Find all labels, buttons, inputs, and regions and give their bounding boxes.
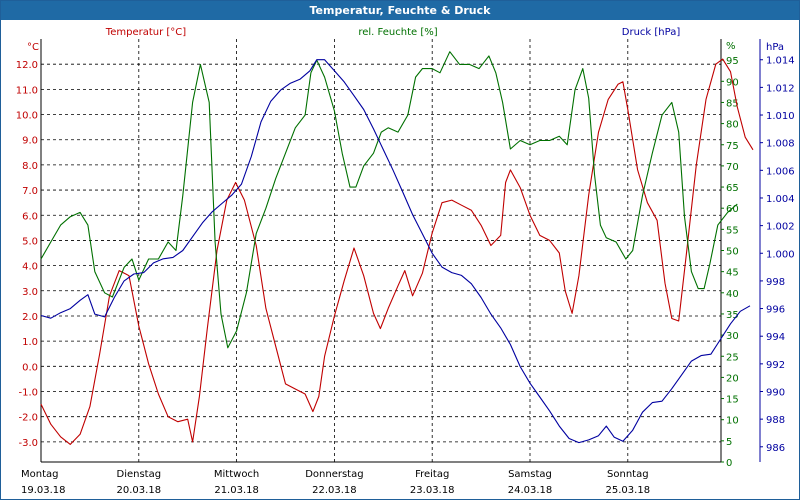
humidity-tick-label: 5	[726, 437, 732, 448]
temperature-tick-label: 6.0	[22, 211, 38, 222]
pressure-tick-label: 996	[766, 305, 785, 316]
temperature-tick-label: -3.0	[18, 438, 38, 449]
day-label: Freitag	[415, 469, 449, 480]
humidity-tick-label: 95	[726, 56, 739, 67]
temperature-series-line	[40, 58, 754, 445]
pressure-axis-title: Druck [hPa]	[622, 27, 681, 38]
day-label: Mittwoch	[214, 469, 259, 480]
humidity-tick-label: 0	[726, 458, 732, 469]
pressure-tick-label: 1.012	[766, 83, 795, 94]
pressure-tick-label: 990	[766, 388, 785, 399]
temperature-tick-label: 5.0	[22, 236, 38, 247]
pressure-tick-label: 994	[766, 332, 785, 343]
pressure-tick-label: 1.014	[766, 56, 795, 67]
date-label: 20.03.18	[117, 485, 162, 496]
pressure-tick-label: 1.008	[766, 139, 795, 150]
temperature-tick-label: 12.0	[16, 60, 38, 71]
date-label: 21.03.18	[214, 485, 259, 496]
chart-canvas: Temperatur [°C] rel. Feuchte [%] Druck […	[16, 27, 795, 496]
humidity-tick-label: 80	[726, 120, 739, 131]
pressure-tick-label: 1.010	[766, 111, 795, 122]
day-label: Montag	[21, 469, 58, 480]
temperature-tick-label: 11.0	[16, 85, 38, 96]
humidity-tick-label: 40	[726, 289, 739, 300]
temperature-unit-label: °C	[27, 42, 39, 53]
day-label: Dienstag	[117, 469, 162, 480]
humidity-tick-label: 60	[726, 204, 739, 215]
day-label: Samstag	[508, 469, 552, 480]
humidity-tick-label: 15	[726, 395, 739, 406]
pressure-tick-label: 1.002	[766, 222, 795, 233]
temperature-tick-label: 1.0	[22, 337, 38, 348]
humidity-tick-label: 70	[726, 162, 739, 173]
temperature-tick-label: -1.0	[18, 388, 38, 399]
pressure-series-line	[40, 59, 751, 444]
date-label: 22.03.18	[312, 485, 357, 496]
humidity-tick-label: 65	[726, 183, 739, 194]
pressure-tick-label: 986	[766, 443, 785, 454]
temperature-tick-label: 10.0	[16, 111, 38, 122]
temperature-tick-label: 9.0	[22, 136, 38, 147]
temperature-tick-label: 2.0	[22, 312, 38, 323]
temperature-tick-label: 8.0	[22, 161, 38, 172]
humidity-series-line	[40, 51, 738, 349]
temperature-tick-label: 4.0	[22, 262, 38, 273]
humidity-tick-labels: 95908580757065605550454035302520151050	[721, 56, 739, 469]
humidity-tick-label: 10	[726, 416, 739, 427]
temperature-tick-label: 7.0	[22, 186, 38, 197]
temperature-tick-label: -2.0	[18, 413, 38, 424]
humidity-tick-label: 30	[726, 331, 739, 342]
temperature-tick-label: 3.0	[22, 287, 38, 298]
date-label: 24.03.18	[508, 485, 553, 496]
humidity-unit-label: %	[726, 41, 736, 52]
pressure-tick-label: 1.000	[766, 249, 795, 260]
pressure-tick-label: 1.004	[766, 194, 795, 205]
pressure-tick-labels: 1.014 1.012 1.010 1.008 1.006 1.004 1.002 1.000…	[760, 56, 795, 454]
chart-window: Temperatur, Feuchte & Druck Temperatur […	[0, 0, 800, 500]
humidity-tick-label: 75	[726, 141, 739, 152]
temperature-axis-title: Temperatur [°C]	[105, 27, 186, 38]
data-series	[40, 51, 754, 445]
pressure-tick-label: 998	[766, 277, 785, 288]
humidity-axis-title: rel. Feuchte [%]	[358, 27, 437, 38]
humidity-tick-label: 25	[726, 352, 739, 363]
pressure-tick-label: 992	[766, 360, 785, 371]
pressure-tick-label: 988	[766, 415, 785, 426]
date-tick-labels: Montag 19.03.18 Dienstag 20.03.18 Mittwoch 21…	[21, 469, 650, 496]
date-label: 23.03.18	[410, 485, 455, 496]
plot-frame	[40, 39, 761, 463]
humidity-tick-label: 20	[726, 373, 739, 384]
humidity-tick-label: 55	[726, 225, 739, 236]
temperature-tick-label: 0.0	[22, 362, 38, 373]
date-label: 25.03.18	[606, 485, 651, 496]
temperature-tick-labels: 12.0 11.0 10.0 9.0 8.0 7.0 6.0 5.0 4.0 3.0 2.0 1.0 0…	[16, 60, 38, 449]
day-label: Donnerstag	[305, 469, 363, 480]
pressure-unit-label: hPa	[766, 42, 784, 53]
pressure-tick-label: 1.006	[766, 166, 795, 177]
humidity-tick-label: 45	[726, 268, 739, 279]
date-label: 19.03.18	[21, 485, 66, 496]
grid-lines	[41, 39, 721, 462]
day-label: Sonntag	[607, 469, 649, 480]
humidity-tick-label: 50	[726, 247, 739, 258]
